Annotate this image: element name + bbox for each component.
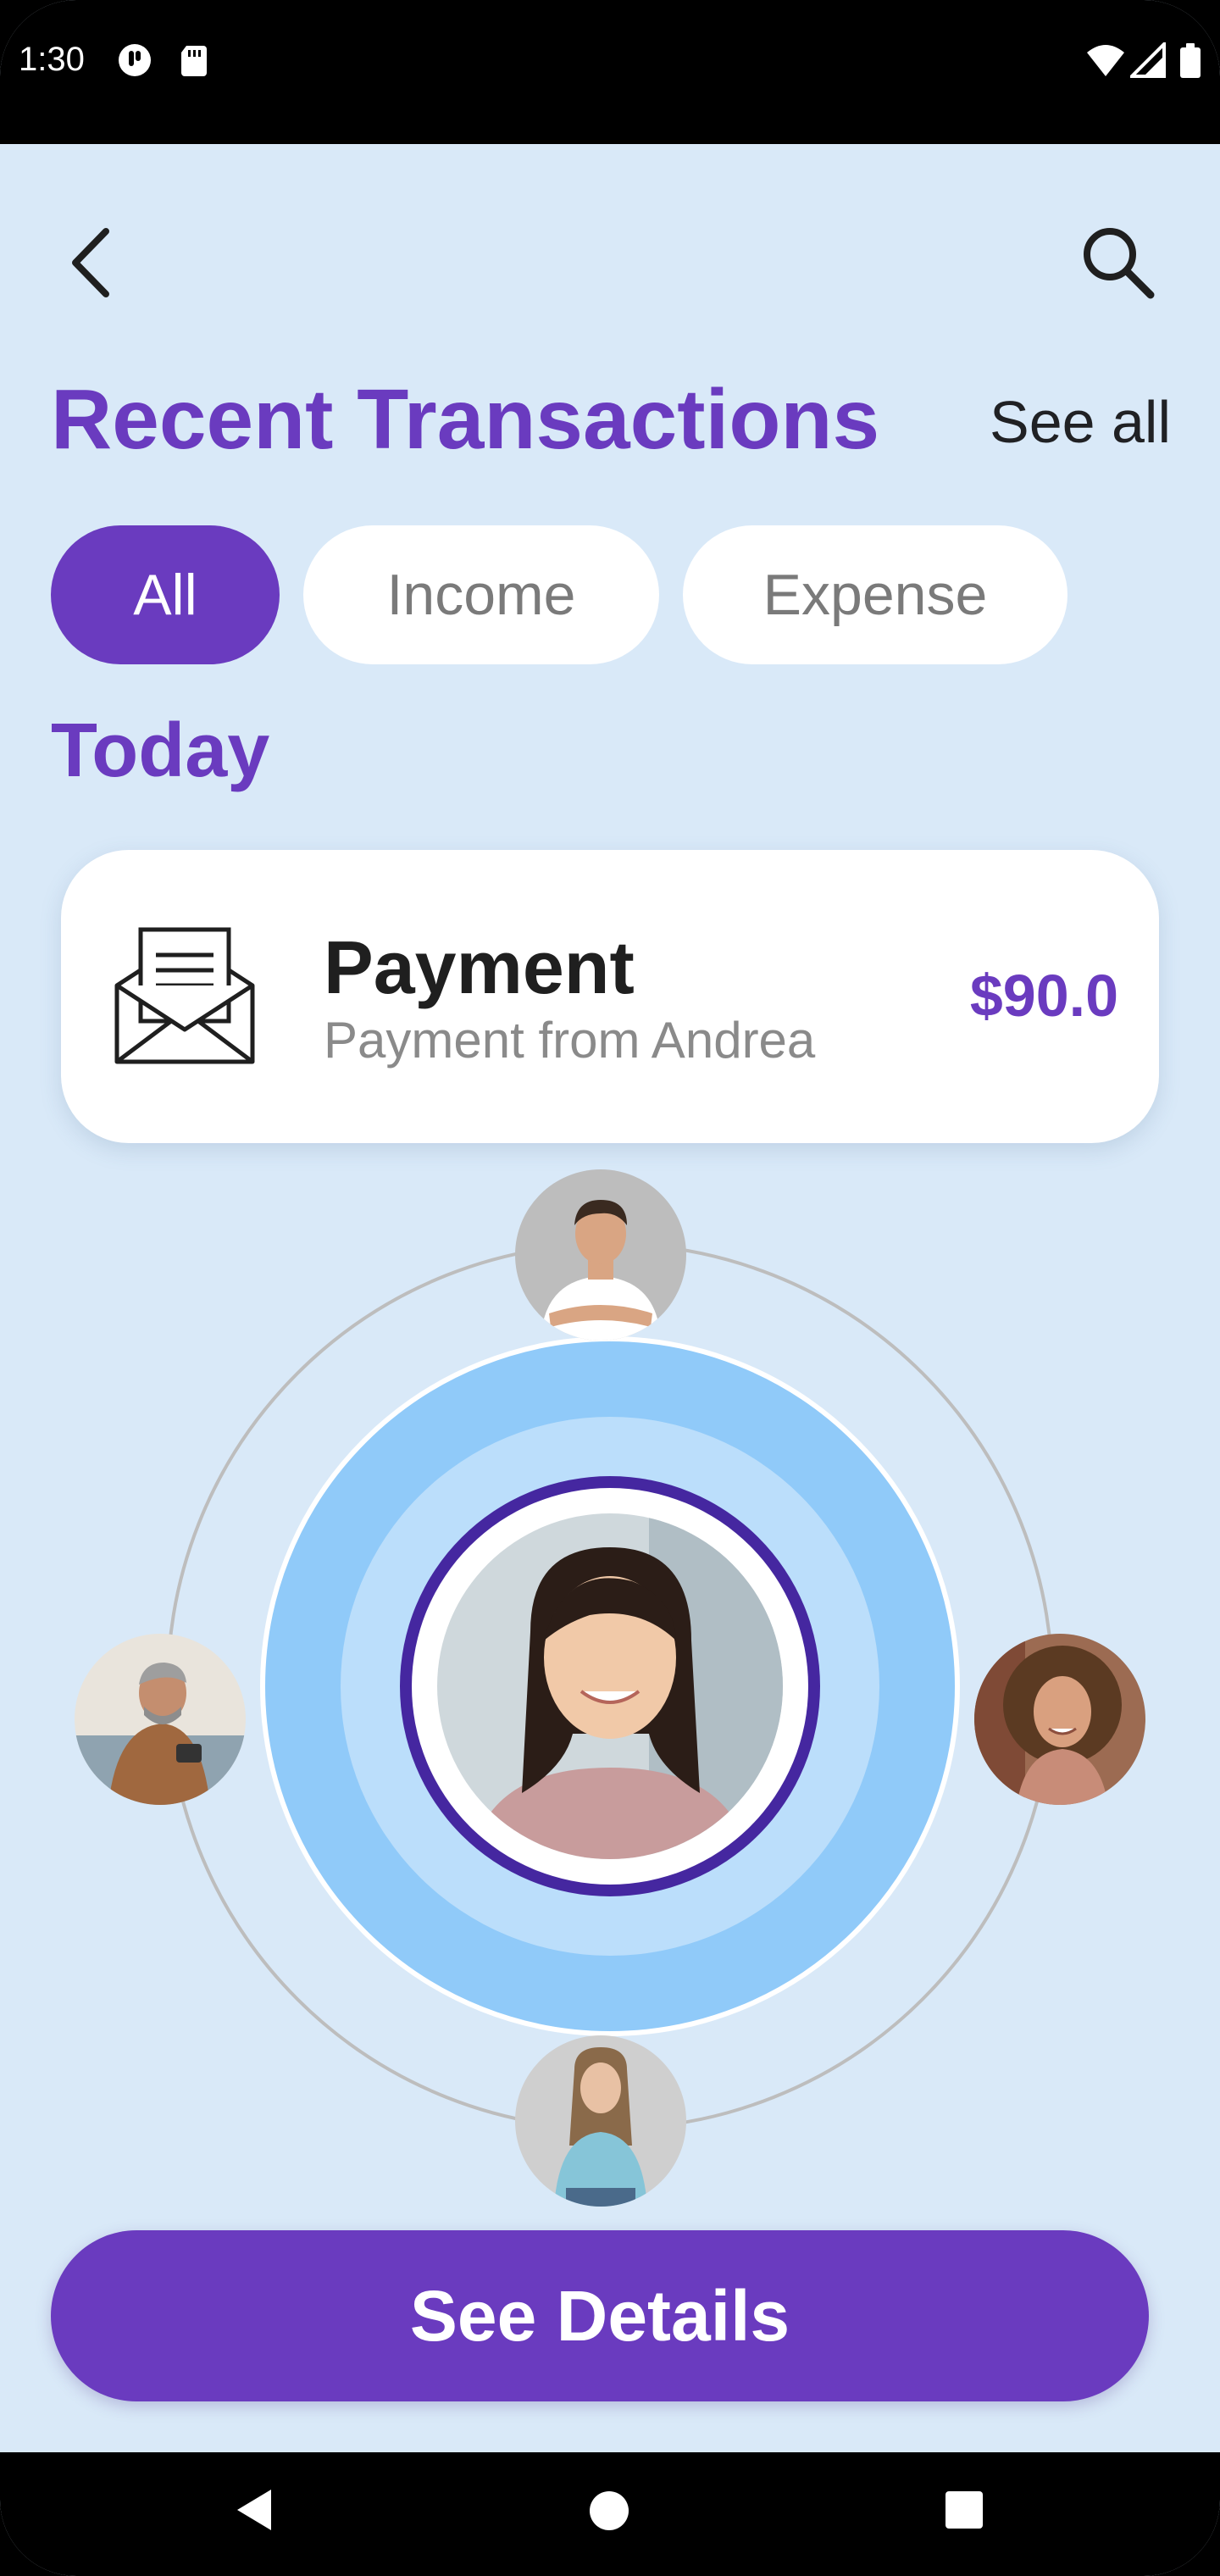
envelope-icon bbox=[114, 927, 255, 1064]
search-icon bbox=[1084, 228, 1155, 299]
page-title: Recent Transactions bbox=[51, 372, 880, 467]
see-all-link[interactable]: See all bbox=[990, 388, 1171, 456]
contacts-orbit bbox=[0, 1161, 1220, 2220]
nav-recents-icon[interactable] bbox=[944, 2490, 984, 2530]
transaction-card[interactable]: Payment Payment from Andrea $90.0 bbox=[61, 850, 1159, 1143]
filter-chip-all[interactable]: All bbox=[51, 525, 280, 664]
transaction-subtitle: Payment from Andrea bbox=[324, 1012, 816, 1069]
notification-icon bbox=[119, 44, 151, 76]
nav-home-icon[interactable] bbox=[588, 2490, 630, 2532]
filter-chip-expense[interactable]: Expense bbox=[683, 525, 1068, 664]
wifi-icon bbox=[1087, 45, 1124, 76]
system-nav-bar bbox=[0, 2452, 1220, 2576]
status-time: 1:30 bbox=[19, 41, 85, 78]
nav-back-icon[interactable] bbox=[232, 2486, 274, 2534]
app-screen: 1:30 Recent Transactions See all All Inc… bbox=[0, 0, 1220, 2576]
status-bar: 1:30 bbox=[0, 0, 1220, 144]
cell-signal-icon bbox=[1130, 42, 1166, 78]
avatar-center[interactable] bbox=[437, 1513, 783, 1859]
avatar-bottom[interactable] bbox=[515, 2035, 686, 2207]
back-button[interactable] bbox=[47, 216, 140, 309]
avatar-top[interactable] bbox=[515, 1169, 686, 1341]
transaction-amount: $90.0 bbox=[969, 963, 1118, 1029]
transaction-title: Payment bbox=[324, 925, 635, 1009]
avatar-right[interactable] bbox=[974, 1634, 1145, 1805]
filter-chip-income[interactable]: Income bbox=[303, 525, 659, 664]
avatar-left[interactable] bbox=[75, 1634, 246, 1805]
search-button[interactable] bbox=[1072, 216, 1165, 309]
sd-card-icon bbox=[181, 46, 207, 76]
chevron-left-icon bbox=[72, 228, 109, 297]
section-heading-today: Today bbox=[51, 708, 270, 793]
battery-icon bbox=[1180, 43, 1201, 78]
see-details-button[interactable]: See Details bbox=[51, 2230, 1149, 2401]
